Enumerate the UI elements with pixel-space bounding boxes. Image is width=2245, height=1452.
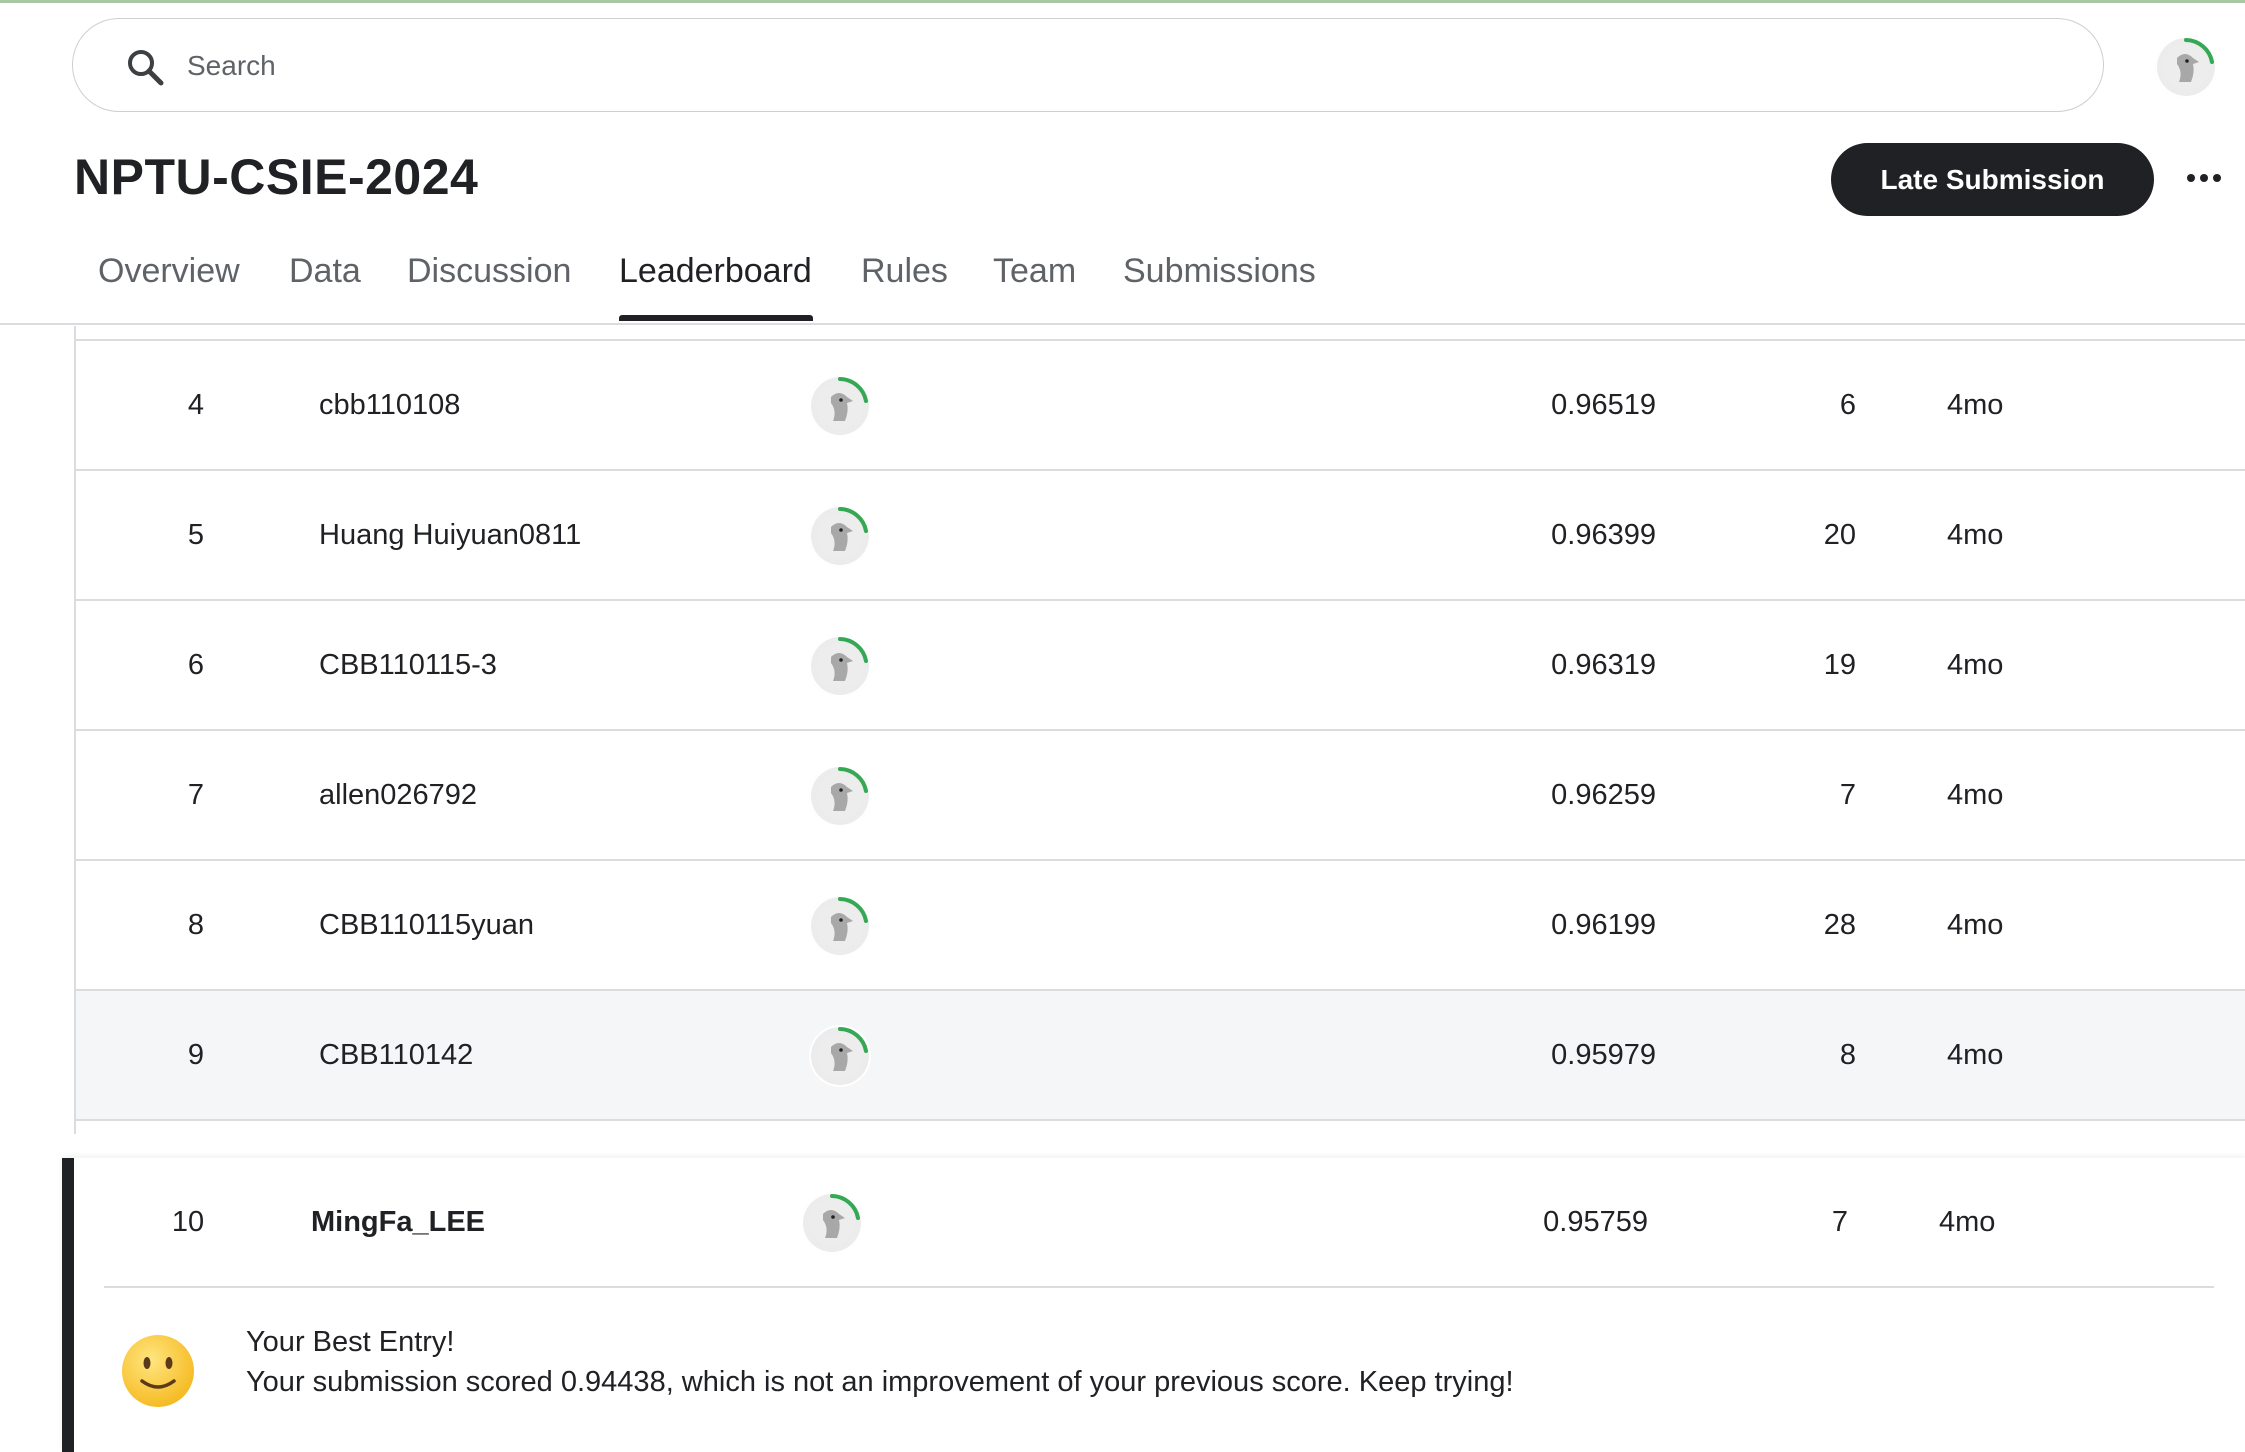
entries: 19 bbox=[1823, 649, 1856, 681]
tab-submissions[interactable]: Submissions bbox=[1123, 252, 1316, 291]
score: 0.96259 bbox=[1551, 779, 1656, 811]
leaderboard-table: 4 cbb110108 0.96519 6 4mo 5 Huang Huiyua… bbox=[74, 326, 2245, 1134]
table-row[interactable]: 8 CBB110115yuan 0.96199 28 4mo bbox=[76, 861, 2245, 991]
avatar-image bbox=[817, 507, 868, 559]
avatar-image bbox=[2163, 38, 2214, 90]
team-avatar[interactable] bbox=[809, 895, 871, 957]
team-name[interactable]: CBB110142 bbox=[319, 991, 473, 1119]
rank: 7 bbox=[187, 779, 205, 811]
team-name[interactable]: CBB110115-3 bbox=[319, 601, 497, 729]
top-accent-line bbox=[0, 0, 2245, 3]
entries: 8 bbox=[1839, 1039, 1856, 1071]
card-divider bbox=[104, 1286, 2214, 1288]
my-entry-card: 10 MingFa_LEE 0.95759 7 4mo Your Best En… bbox=[62, 1158, 2245, 1452]
message-body: Your submission scored 0.94438, which is… bbox=[246, 1366, 1514, 1398]
team-avatar[interactable] bbox=[809, 375, 871, 437]
entry-message: Your Best Entry! Your submission scored … bbox=[246, 1322, 1514, 1402]
avatar-image bbox=[817, 377, 868, 429]
team-avatar[interactable] bbox=[801, 1192, 863, 1254]
score: 0.96399 bbox=[1551, 519, 1656, 551]
table-row-hovered[interactable]: 9 CBB110142 0.95979 8 4mo bbox=[76, 991, 2245, 1121]
rank: 5 bbox=[187, 519, 205, 551]
search-icon bbox=[128, 50, 164, 86]
page-title: NPTU-CSIE-2024 bbox=[74, 149, 479, 205]
my-entry-row[interactable]: 10 MingFa_LEE 0.95759 7 4mo bbox=[74, 1158, 2245, 1288]
avatar-image bbox=[817, 1027, 868, 1079]
team-name[interactable]: cbb110108 bbox=[319, 341, 460, 469]
search-input[interactable] bbox=[185, 41, 2069, 91]
last-submission: 4mo bbox=[1947, 909, 2004, 941]
team-avatar[interactable] bbox=[809, 1025, 871, 1087]
tab-data[interactable]: Data bbox=[289, 252, 361, 291]
team-avatar[interactable] bbox=[809, 765, 871, 827]
last-submission: 4mo bbox=[1947, 649, 2004, 681]
table-row[interactable]: 5 Huang Huiyuan0811 0.96399 20 4mo bbox=[76, 471, 2245, 601]
score: 0.96519 bbox=[1551, 389, 1656, 421]
last-submission: 4mo bbox=[1947, 389, 2004, 421]
entries: 6 bbox=[1839, 389, 1856, 421]
smiling-face-emoji bbox=[122, 1335, 194, 1407]
avatar-image bbox=[817, 897, 868, 949]
rank: 6 bbox=[187, 649, 205, 681]
team-avatar[interactable] bbox=[809, 505, 871, 567]
rank: 4 bbox=[187, 389, 205, 421]
team-name[interactable]: allen026792 bbox=[319, 731, 477, 859]
tab-discussion[interactable]: Discussion bbox=[407, 252, 571, 291]
team-avatar[interactable] bbox=[809, 635, 871, 697]
more-horizontal-icon[interactable] bbox=[2186, 168, 2222, 188]
entries: 20 bbox=[1823, 519, 1856, 551]
avatar-image bbox=[817, 637, 868, 689]
table-row[interactable]: 6 CBB110115-3 0.96319 19 4mo bbox=[76, 601, 2245, 731]
rank: 8 bbox=[187, 909, 205, 941]
tab-overview[interactable]: Overview bbox=[98, 252, 240, 291]
score: 0.96319 bbox=[1551, 649, 1656, 681]
table-row[interactable]: 7 allen026792 0.96259 7 4mo bbox=[76, 731, 2245, 861]
score: 0.95979 bbox=[1551, 1039, 1656, 1071]
entries: 7 bbox=[1831, 1206, 1848, 1238]
avatar-image bbox=[817, 767, 868, 819]
last-submission: 4mo bbox=[1947, 779, 2004, 811]
score: 0.96199 bbox=[1551, 909, 1656, 941]
rank: 10 bbox=[171, 1206, 205, 1238]
entries: 7 bbox=[1839, 779, 1856, 811]
team-name[interactable]: CBB110115yuan bbox=[319, 861, 534, 989]
avatar-image bbox=[809, 1194, 860, 1246]
tab-team[interactable]: Team bbox=[993, 252, 1076, 291]
user-avatar[interactable] bbox=[2155, 36, 2217, 98]
table-row-partial bbox=[76, 311, 2245, 341]
entries: 28 bbox=[1823, 909, 1856, 941]
last-submission: 4mo bbox=[1939, 1206, 1996, 1238]
late-submission-button[interactable]: Late Submission bbox=[1831, 143, 2154, 216]
search-bar[interactable] bbox=[72, 18, 2104, 112]
team-name[interactable]: Huang Huiyuan0811 bbox=[319, 471, 581, 599]
last-submission: 4mo bbox=[1947, 519, 2004, 551]
tab-leaderboard[interactable]: Leaderboard bbox=[619, 252, 812, 291]
last-submission: 4mo bbox=[1947, 1039, 2004, 1071]
team-name[interactable]: MingFa_LEE bbox=[311, 1158, 485, 1286]
message-title: Your Best Entry! bbox=[246, 1326, 455, 1358]
table-row[interactable]: 4 cbb110108 0.96519 6 4mo bbox=[76, 341, 2245, 471]
score: 0.95759 bbox=[1543, 1206, 1648, 1238]
rank: 9 bbox=[187, 1039, 205, 1071]
tab-rules[interactable]: Rules bbox=[861, 252, 948, 291]
